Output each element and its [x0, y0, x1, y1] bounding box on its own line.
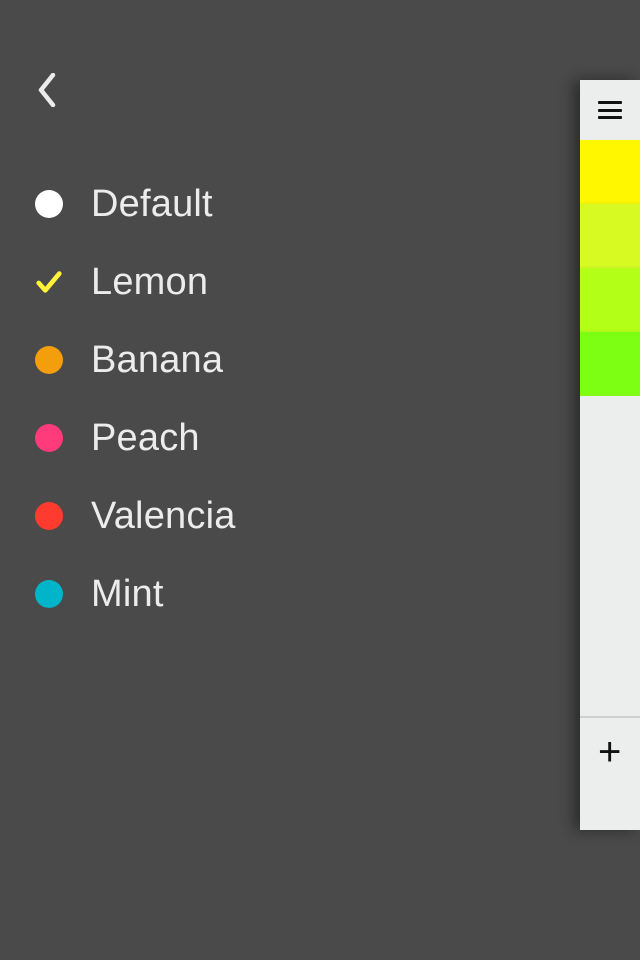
revealed-body: [580, 396, 640, 716]
theme-item-label: Peach: [91, 417, 200, 460]
theme-item-lemon[interactable]: Lemon: [35, 243, 580, 321]
hamburger-icon[interactable]: [598, 101, 622, 119]
theme-item-default[interactable]: Default: [35, 165, 580, 243]
theme-item-valencia[interactable]: Valencia: [35, 477, 580, 555]
list-item[interactable]: [580, 268, 640, 332]
list-item[interactable]: [580, 332, 640, 396]
back-button[interactable]: [27, 70, 67, 110]
list-item[interactable]: [580, 140, 640, 204]
color-swatch-icon: [35, 346, 63, 374]
theme-item-label: Default: [91, 183, 213, 226]
theme-item-label: Banana: [91, 339, 223, 382]
theme-item-label: Lemon: [91, 261, 208, 304]
add-button[interactable]: +: [598, 732, 621, 772]
revealed-main-panel[interactable]: +: [580, 80, 640, 830]
chevron-left-icon: [37, 73, 57, 107]
theme-sidebar: Default Lemon Banana Peach Valencia Mint: [0, 0, 580, 960]
revealed-footer: +: [580, 716, 640, 786]
color-swatch-icon: [35, 502, 63, 530]
theme-item-mint[interactable]: Mint: [35, 555, 580, 633]
color-swatch-icon: [35, 580, 63, 608]
theme-item-label: Mint: [91, 573, 164, 616]
theme-list: Default Lemon Banana Peach Valencia Mint: [35, 165, 580, 633]
revealed-topbar: [580, 80, 640, 140]
theme-item-label: Valencia: [91, 495, 236, 538]
list-item[interactable]: [580, 204, 640, 268]
color-swatch-icon: [35, 190, 63, 218]
theme-item-banana[interactable]: Banana: [35, 321, 580, 399]
theme-item-peach[interactable]: Peach: [35, 399, 580, 477]
checkmark-icon: [35, 268, 63, 296]
color-swatch-icon: [35, 424, 63, 452]
